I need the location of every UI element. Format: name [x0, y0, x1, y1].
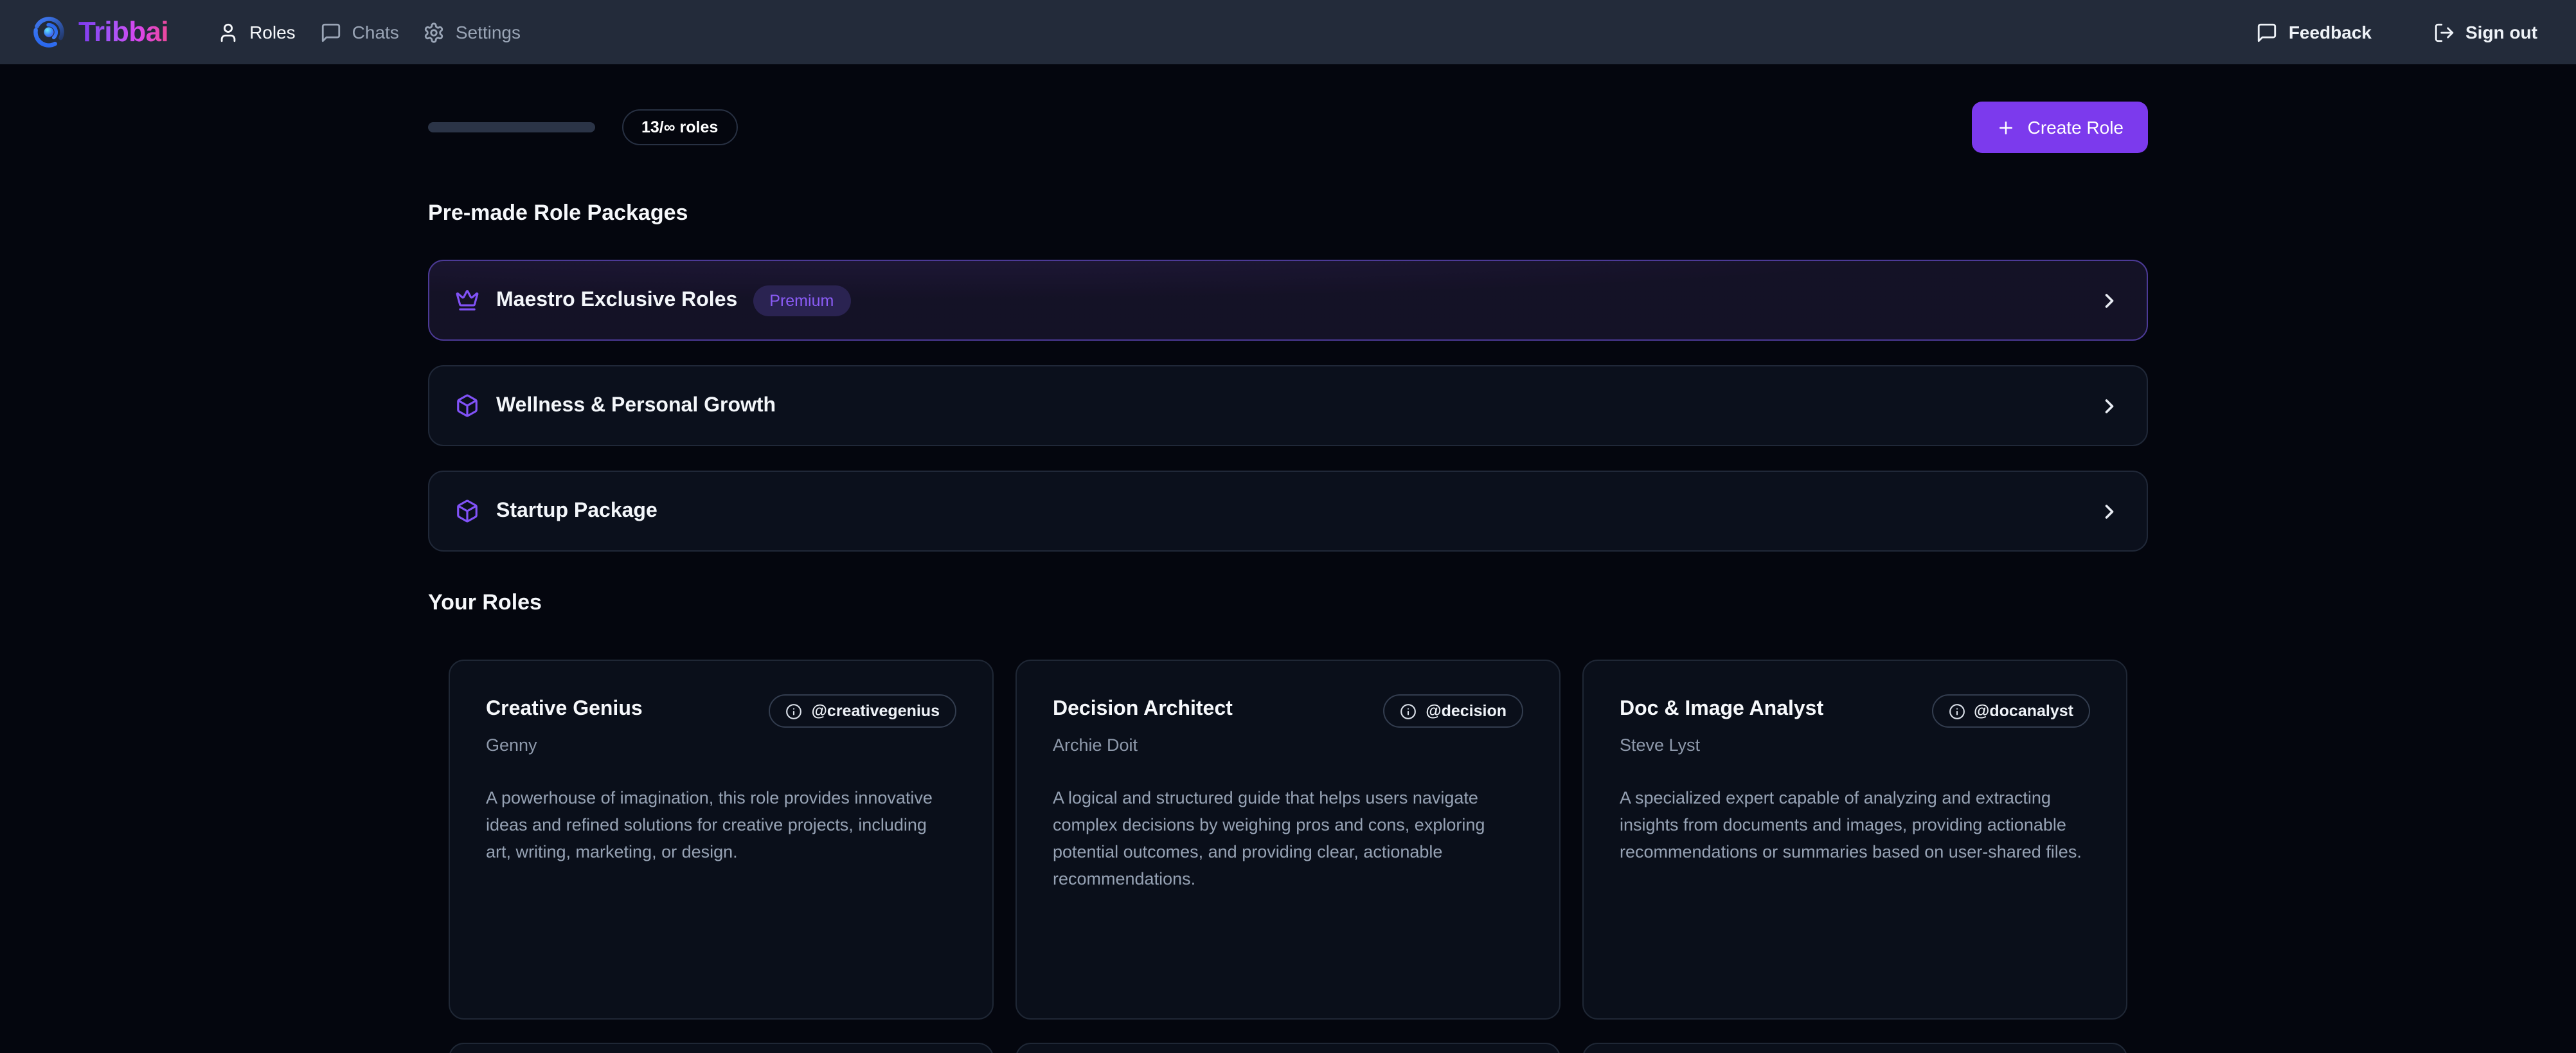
info-icon [1400, 703, 1417, 719]
role-title: Doc & Image Analyst [1620, 694, 1823, 721]
info-icon [786, 703, 803, 719]
card-header: Creative Genius @creativegenius [486, 694, 956, 728]
nav-item-chats[interactable]: Chats [320, 21, 399, 43]
card-header: Decision Architect @decision [1053, 694, 1523, 728]
main-content: 13/∞ roles Create Role Pre-made Role Pac… [428, 64, 2148, 1053]
brand-name: Tribbai [78, 15, 168, 49]
nav-label: Roles [249, 22, 296, 42]
role-card-creative-genius[interactable]: Creative Genius @creativegenius Genny A … [449, 660, 994, 1020]
packages-section-title: Pre-made Role Packages [428, 201, 2148, 226]
card-header: Doc & Image Analyst @docanalyst [1620, 694, 2090, 728]
brand-logo[interactable]: Tribbai [32, 15, 168, 49]
nav-label: Chats [352, 22, 399, 42]
top-nav: Tribbai Roles Chats Settings [0, 0, 2576, 64]
chat-icon [320, 21, 342, 43]
chevron-right-icon [2098, 289, 2121, 312]
premium-badge: Premium [753, 285, 850, 316]
package-title: Startup Package [496, 500, 657, 523]
gear-icon [424, 21, 445, 43]
role-card-partial[interactable] [449, 1043, 994, 1053]
feedback-label: Feedback [2289, 22, 2372, 42]
create-role-label: Create Role [2028, 117, 2124, 138]
package-icon [455, 393, 479, 418]
package-row-startup[interactable]: Startup Package [428, 471, 2148, 552]
role-card-partial[interactable] [1015, 1043, 1561, 1053]
chevron-right-icon [2098, 500, 2121, 523]
role-handle: @docanalyst [1974, 702, 2073, 720]
role-card-partial[interactable] [1582, 1043, 2127, 1053]
create-role-button[interactable]: Create Role [1972, 102, 2148, 153]
package-row-wellness[interactable]: Wellness & Personal Growth [428, 365, 2148, 446]
role-subtitle: Archie Doit [1053, 735, 1523, 755]
feedback-chat-icon [2257, 21, 2278, 43]
role-card-doc-image-analyst[interactable]: Doc & Image Analyst @docanalyst Steve Ly… [1582, 660, 2127, 1020]
role-handle-badge[interactable]: @creativegenius [769, 694, 956, 728]
top-nav-right: Feedback Sign out [2257, 21, 2537, 43]
nav-label: Settings [456, 22, 521, 42]
feedback-button[interactable]: Feedback [2257, 21, 2372, 43]
nav-item-settings[interactable]: Settings [424, 21, 521, 43]
roles-toolbar: 13/∞ roles Create Role [428, 102, 2148, 153]
user-icon [217, 21, 239, 43]
info-icon [1948, 703, 1965, 719]
your-roles-section-title: Your Roles [428, 590, 2148, 616]
role-subtitle: Genny [486, 735, 956, 755]
role-title: Decision Architect [1053, 694, 1233, 721]
package-title: Maestro Exclusive Roles [496, 289, 737, 312]
role-cards-grid-row-2 [449, 1043, 2127, 1053]
role-title: Creative Genius [486, 694, 643, 721]
logout-icon [2433, 21, 2455, 43]
role-description: A powerhouse of imagination, this role p… [486, 784, 956, 865]
package-icon [455, 499, 479, 523]
roles-progress-bar [428, 122, 595, 132]
package-row-maestro[interactable]: Maestro Exclusive Roles Premium [428, 260, 2148, 341]
nav-item-roles[interactable]: Roles [217, 21, 296, 43]
primary-nav: Roles Chats Settings [217, 21, 521, 43]
role-handle-badge[interactable]: @decision [1383, 694, 1523, 728]
role-handle-badge[interactable]: @docanalyst [1931, 694, 2090, 728]
roles-count-badge: 13/∞ roles [622, 109, 737, 145]
app-window: Tribbai Roles Chats Settings [0, 0, 2576, 1053]
tribbai-logo-icon [32, 15, 66, 49]
role-description: A specialized expert capable of analyzin… [1620, 784, 2090, 865]
sign-out-button[interactable]: Sign out [2433, 21, 2537, 43]
role-handle: @creativegenius [812, 702, 940, 720]
chevron-right-icon [2098, 394, 2121, 417]
crown-icon [455, 288, 479, 312]
role-cards-grid: Creative Genius @creativegenius Genny A … [449, 660, 2127, 1020]
role-handle: @decision [1426, 702, 1507, 720]
role-subtitle: Steve Lyst [1620, 735, 2090, 755]
package-title: Wellness & Personal Growth [496, 394, 776, 417]
sign-out-label: Sign out [2465, 22, 2537, 42]
plus-icon [1997, 118, 2016, 137]
role-description: A logical and structured guide that help… [1053, 784, 1523, 892]
role-card-decision-architect[interactable]: Decision Architect @decision Archie Doit… [1015, 660, 1561, 1020]
